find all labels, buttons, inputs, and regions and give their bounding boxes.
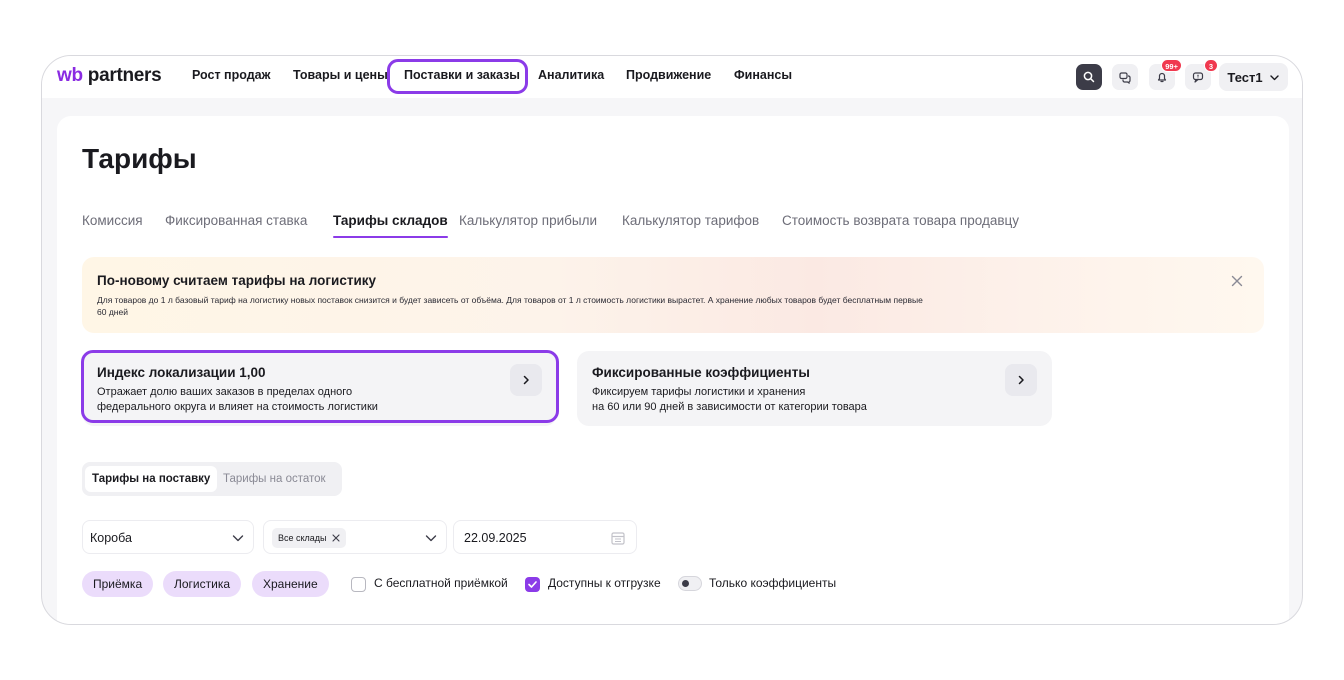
warehouses-chip-label: Все склады	[278, 533, 327, 543]
nav-item-finance[interactable]: Финансы	[734, 68, 792, 82]
banner-title: По-новому считаем тарифы на логистику	[97, 273, 377, 288]
fixed-coefficients-line2: на 60 или 90 дней в зависимости от катег…	[592, 401, 867, 413]
check-icon	[528, 581, 537, 588]
fixed-coefficients-arrow-button[interactable]	[1005, 364, 1037, 396]
warehouses-chip[interactable]: Все склады	[272, 528, 346, 548]
box-type-value: Короба	[90, 531, 132, 545]
chevron-down-icon	[232, 535, 244, 542]
fixed-coefficients-line1: Фиксируем тарифы логистики и хранения	[592, 386, 806, 398]
fixed-coefficients-text: Фиксируем тарифы логистики и хранения на…	[592, 385, 992, 415]
pill-logistics[interactable]: Логистика	[163, 571, 242, 597]
tab-profit-calculator[interactable]: Калькулятор прибыли	[459, 213, 597, 228]
info-banner: По-новому считаем тарифы на логистику Дл…	[82, 257, 1264, 333]
message-icon	[1192, 72, 1204, 83]
nav-highlight-frame	[387, 59, 528, 94]
chat-icon	[1119, 72, 1131, 84]
nav-item-promotion[interactable]: Продвижение	[626, 68, 711, 82]
user-name: Тест1	[1227, 69, 1263, 85]
tab-tariff-calculator[interactable]: Калькулятор тарифов	[622, 213, 759, 228]
fixed-coefficients-title: Фиксированные коэффициенты	[592, 365, 810, 380]
chevron-right-icon	[1018, 375, 1024, 385]
toggle-knob	[682, 580, 689, 587]
app-window: wb partners Рост продаж Товары и цены По…	[41, 55, 1303, 625]
box-type-select[interactable]: Короба	[82, 520, 254, 554]
card-highlight-frame	[81, 350, 559, 423]
banner-text: Для товаров до 1 л базовый тариф на логи…	[97, 295, 923, 317]
search-button[interactable]	[1076, 64, 1102, 90]
page-title: Тарифы	[82, 143, 197, 174]
available-shipping-checkbox[interactable]	[525, 577, 540, 592]
top-nav: wb partners Рост продаж Товары и цены По…	[42, 56, 1302, 98]
tab-warehouse-tariffs[interactable]: Тарифы складов	[333, 213, 448, 238]
close-icon[interactable]	[1230, 274, 1244, 288]
bell-icon	[1157, 72, 1167, 83]
calendar-icon[interactable]	[610, 530, 626, 546]
search-icon	[1083, 71, 1095, 83]
tab-return-cost[interactable]: Стоимость возврата товара продавцу	[782, 213, 1019, 228]
nav-item-sales-growth[interactable]: Рост продаж	[192, 68, 270, 82]
logo-partners: partners	[87, 65, 162, 86]
segment-supply-tariffs[interactable]: Тарифы на поставку	[85, 466, 218, 492]
pill-storage[interactable]: Хранение	[252, 571, 329, 597]
pill-acceptance[interactable]: Приёмка	[82, 571, 154, 597]
only-coefficients-label: Только коэффициенты	[709, 576, 837, 590]
tab-fixed-rate[interactable]: Фиксированная ставка	[165, 213, 307, 228]
user-menu-button[interactable]: Тест1	[1219, 63, 1288, 91]
tariff-type-switch: Тарифы на поставку Тарифы на остаток	[82, 462, 342, 496]
nav-item-analytics[interactable]: Аналитика	[538, 68, 604, 82]
free-acceptance-checkbox[interactable]	[351, 577, 366, 592]
date-field[interactable]: 22.09.2025	[453, 520, 637, 554]
notifications-badge: 99+	[1161, 59, 1182, 72]
nav-item-products-prices[interactable]: Товары и цены	[293, 68, 388, 82]
chip-remove-icon[interactable]	[331, 534, 340, 542]
messages-badge: 3	[1204, 59, 1218, 72]
date-value: 22.09.2025	[464, 531, 527, 545]
notifications-button[interactable]: 99+	[1149, 59, 1182, 90]
only-coefficients-toggle[interactable]	[678, 576, 702, 591]
warehouses-select[interactable]: Все склады	[263, 520, 447, 554]
chevron-down-icon	[1269, 74, 1279, 80]
logo-wb: wb	[57, 65, 83, 86]
segment-stock-tariffs[interactable]: Тарифы на остаток	[216, 466, 333, 492]
available-shipping-label: Доступны к отгрузке	[548, 576, 661, 590]
wb-partners-logo[interactable]: wb partners	[57, 65, 162, 87]
fixed-coefficients-card[interactable]: Фиксированные коэффициенты Фиксируем тар…	[577, 351, 1052, 426]
free-acceptance-label: С бесплатной приёмкой	[374, 576, 508, 590]
tab-commission[interactable]: Комиссия	[82, 213, 143, 228]
chevron-down-icon	[425, 535, 437, 542]
chat-button[interactable]	[1112, 64, 1138, 90]
messages-button[interactable]: 3	[1185, 59, 1218, 90]
content-card: Тарифы Комиссия Фиксированная ставка Тар…	[57, 116, 1289, 624]
